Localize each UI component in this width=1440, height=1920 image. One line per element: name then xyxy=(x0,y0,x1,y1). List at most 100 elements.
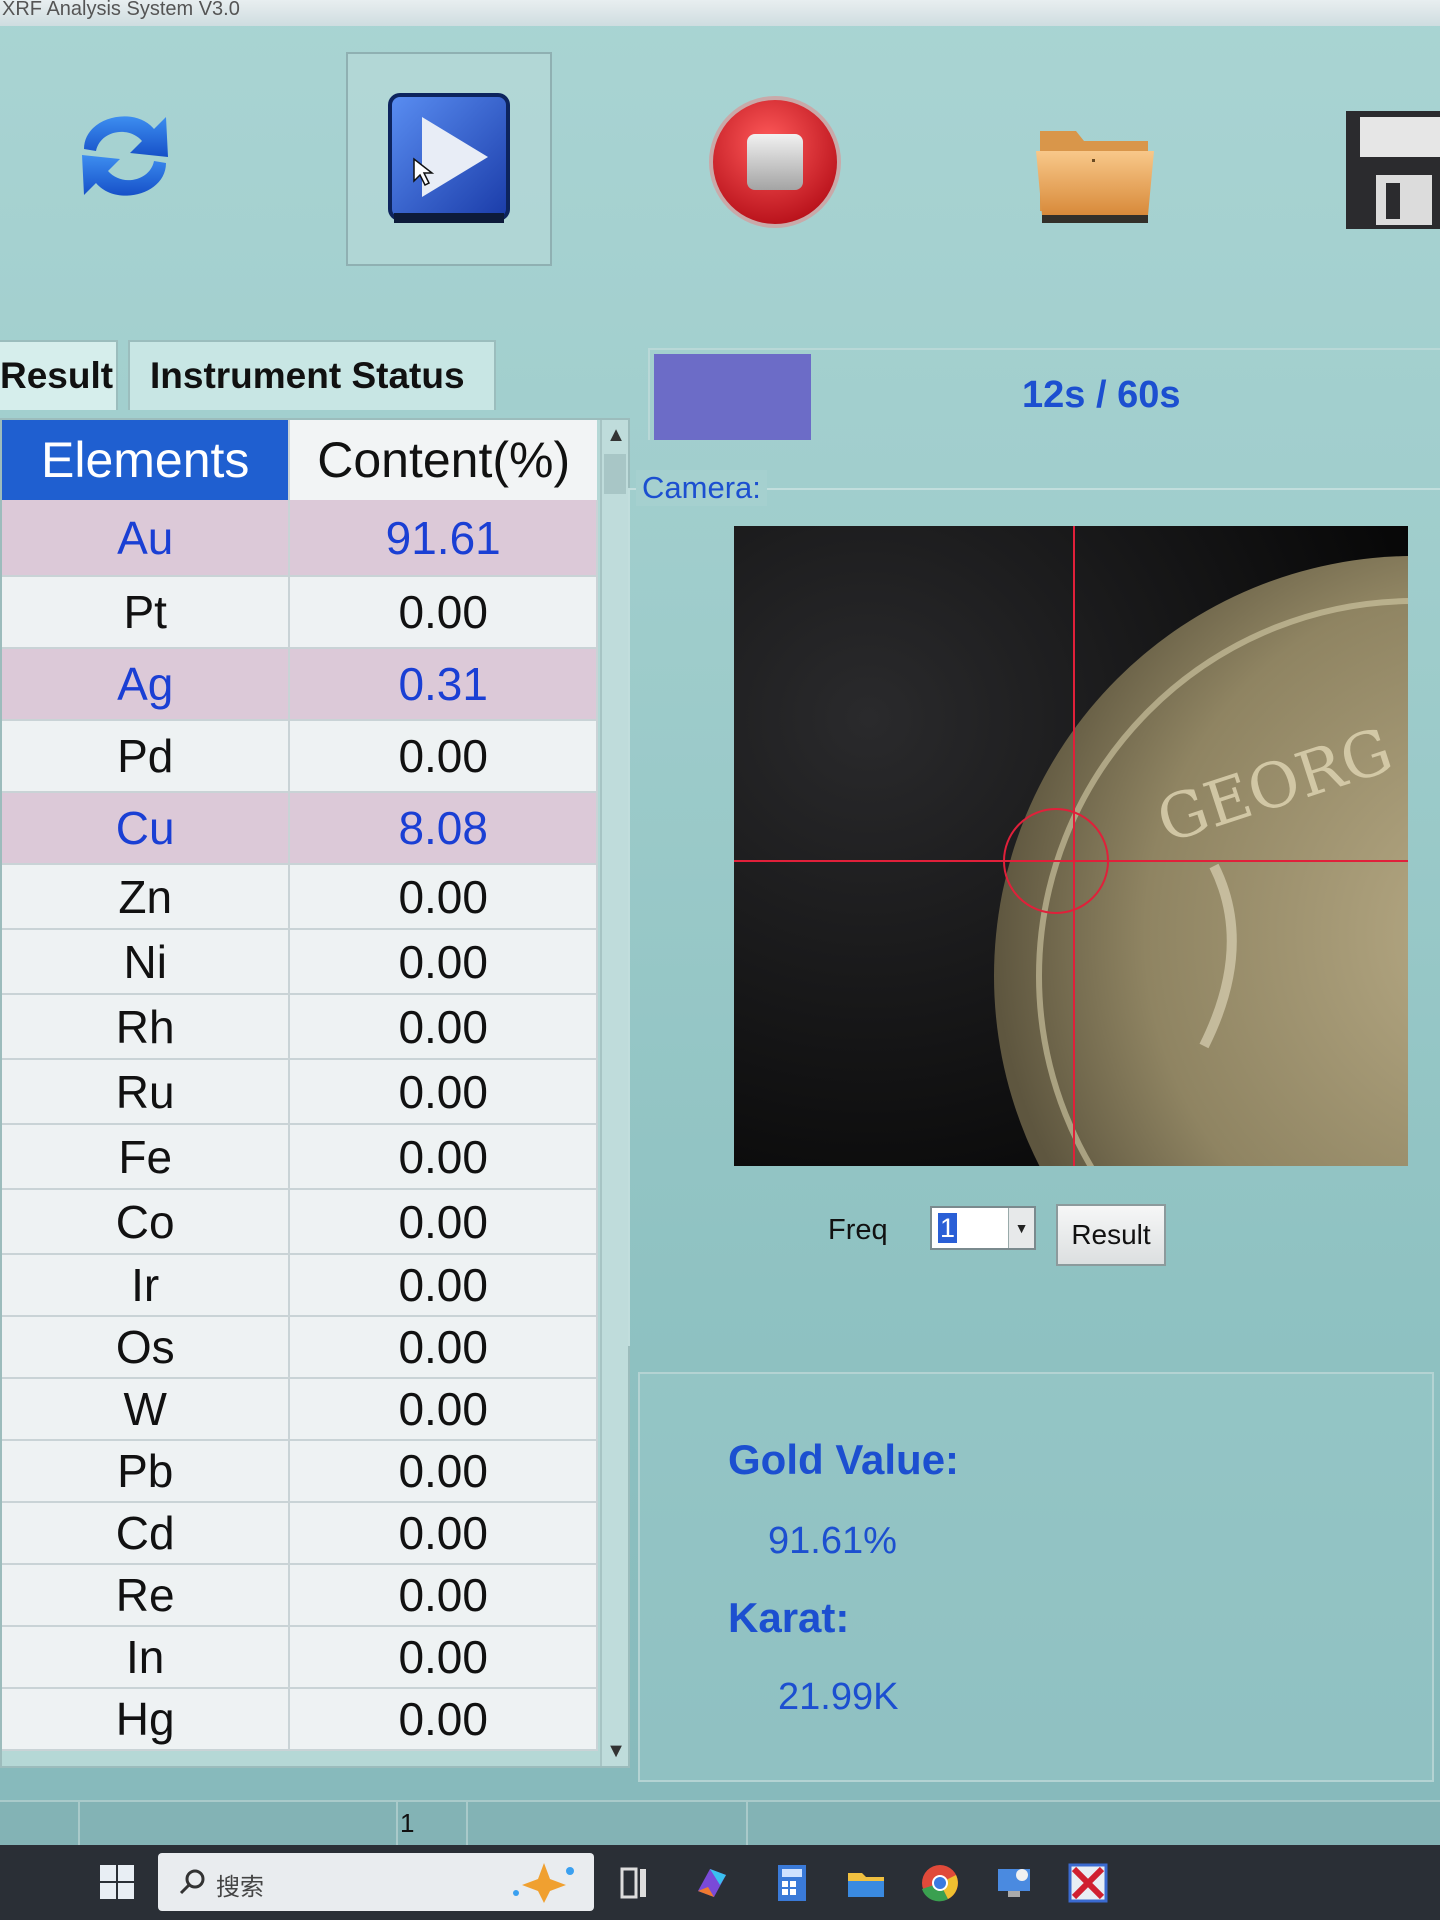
table-row[interactable]: W 0.00 xyxy=(2,1378,598,1441)
taskbar: 搜索 xyxy=(0,1845,1440,1920)
element-symbol: Au xyxy=(2,500,291,577)
table-row[interactable]: Rh 0.00 xyxy=(2,994,598,1060)
status-page-number: 1 xyxy=(396,1802,466,1845)
element-symbol: Os xyxy=(2,1316,291,1379)
xrf-app-icon[interactable] xyxy=(1066,1861,1110,1905)
element-table-panel: Elements Content(%) Au 91.61 Pt 0.00 Ag 0.31 P… xyxy=(0,418,630,1768)
table-row[interactable]: Ni 0.00 xyxy=(2,929,598,995)
element-content: 0.00 xyxy=(289,1502,598,1565)
element-symbol: Co xyxy=(2,1189,291,1255)
table-row[interactable]: Pd 0.00 xyxy=(2,720,598,793)
element-content: 0.00 xyxy=(289,1688,598,1751)
element-symbol: Ni xyxy=(2,929,291,995)
gold-value-panel xyxy=(638,1372,1434,1782)
folder-icon xyxy=(1036,131,1154,223)
element-symbol: Zn xyxy=(2,864,291,930)
element-content: 0.00 xyxy=(289,1564,598,1627)
progress-text: 12s / 60s xyxy=(1022,374,1181,416)
status-cell xyxy=(746,1802,1440,1845)
element-symbol: Hg xyxy=(2,1688,291,1751)
gold-value: 91.61% xyxy=(768,1520,897,1562)
element-content: 0.00 xyxy=(289,1378,598,1441)
result-button[interactable]: Result xyxy=(1056,1204,1166,1266)
status-bar: 1 xyxy=(0,1800,1440,1845)
calculator-icon[interactable] xyxy=(770,1861,814,1905)
scroll-thumb[interactable] xyxy=(604,454,626,494)
element-content: 0.00 xyxy=(289,929,598,995)
element-content: 0.00 xyxy=(289,1124,598,1190)
tab-instrument-status[interactable]: Instrument Status xyxy=(128,340,496,410)
stop-icon xyxy=(709,96,841,228)
search-icon xyxy=(179,1869,205,1895)
element-content: 0.00 xyxy=(289,576,598,649)
element-content: 0.00 xyxy=(289,1254,598,1317)
camera-image: GEORG xyxy=(734,526,1408,1166)
karat-value: 21.99K xyxy=(778,1676,899,1718)
copilot-icon[interactable] xyxy=(690,1861,734,1905)
scroll-down-icon[interactable]: ▼ xyxy=(602,1736,630,1766)
file-explorer-icon[interactable] xyxy=(844,1861,888,1905)
element-symbol: Pb xyxy=(2,1440,291,1503)
karat-label: Karat: xyxy=(728,1594,850,1641)
table-row[interactable]: Ru 0.00 xyxy=(2,1059,598,1125)
camera-view: GEORG xyxy=(734,526,1408,1166)
element-symbol: Fe xyxy=(2,1124,291,1190)
element-content: 0.00 xyxy=(289,1316,598,1379)
task-view-icon[interactable] xyxy=(618,1861,662,1905)
element-content: 0.00 xyxy=(289,994,598,1060)
stop-button[interactable] xyxy=(700,82,850,242)
element-content: 0.00 xyxy=(289,1189,598,1255)
progress-fill xyxy=(654,354,811,440)
table-row[interactable]: Fe 0.00 xyxy=(2,1124,598,1190)
chrome-icon[interactable] xyxy=(918,1861,962,1905)
table-row[interactable]: Pb 0.00 xyxy=(2,1440,598,1503)
element-symbol: In xyxy=(2,1626,291,1689)
element-content: 0.00 xyxy=(289,1440,598,1503)
scroll-up-icon[interactable]: ▲ xyxy=(602,420,630,450)
element-content: 91.61 xyxy=(289,500,598,577)
column-header-content[interactable]: Content(%) xyxy=(288,420,597,500)
element-symbol: Pd xyxy=(2,720,291,793)
camera-label: Camera: xyxy=(636,470,767,506)
chevron-down-icon[interactable]: ▼ xyxy=(1008,1208,1034,1248)
column-header-elements[interactable]: Elements xyxy=(2,420,290,500)
table-row[interactable]: Cu 8.08 xyxy=(2,792,598,865)
freq-select[interactable]: 1 ▼ xyxy=(930,1206,1036,1250)
table-row[interactable]: Ir 0.00 xyxy=(2,1254,598,1317)
gold-value-label: Gold Value: xyxy=(728,1436,960,1483)
element-symbol: Ag xyxy=(2,648,291,721)
save-button[interactable] xyxy=(1340,100,1440,240)
table-row[interactable]: Co 0.00 xyxy=(2,1189,598,1255)
refresh-button[interactable] xyxy=(60,80,190,230)
table-row[interactable]: In 0.00 xyxy=(2,1626,598,1689)
refresh-icon xyxy=(82,116,168,196)
table-row[interactable]: Os 0.00 xyxy=(2,1316,598,1379)
table-row[interactable]: Hg 0.00 xyxy=(2,1688,598,1751)
table-row[interactable]: Pt 0.00 xyxy=(2,576,598,649)
table-scrollbar[interactable]: ▲ ▼ xyxy=(600,420,628,1766)
status-cell xyxy=(466,1802,746,1845)
table-row[interactable]: Re 0.00 xyxy=(2,1564,598,1627)
play-icon xyxy=(388,93,510,223)
tab-result[interactable]: Result xyxy=(0,340,118,410)
open-folder-button[interactable] xyxy=(1015,100,1175,240)
remote-desktop-icon[interactable] xyxy=(992,1861,1036,1905)
element-symbol: Cd xyxy=(2,1502,291,1565)
table-row[interactable]: Zn 0.00 xyxy=(2,864,598,930)
start-button[interactable] xyxy=(346,52,552,266)
taskbar-search[interactable]: 搜索 xyxy=(158,1853,594,1911)
element-content: 0.00 xyxy=(289,864,598,930)
element-content: 8.08 xyxy=(289,792,598,865)
element-content: 0.31 xyxy=(289,648,598,721)
windows-start-icon[interactable] xyxy=(100,1865,134,1899)
taskbar-search-text: 搜索 xyxy=(216,1874,264,1901)
window-title: XRF Analysis System V3.0 xyxy=(0,0,1440,26)
table-row[interactable]: Cd 0.00 xyxy=(2,1502,598,1565)
status-cell xyxy=(78,1802,396,1845)
table-row[interactable]: Ag 0.31 xyxy=(2,648,598,721)
element-symbol: Cu xyxy=(2,792,291,865)
element-content: 0.00 xyxy=(289,1626,598,1689)
element-symbol: Ir xyxy=(2,1254,291,1317)
floppy-icon xyxy=(1346,111,1440,229)
table-row[interactable]: Au 91.61 xyxy=(2,500,598,577)
